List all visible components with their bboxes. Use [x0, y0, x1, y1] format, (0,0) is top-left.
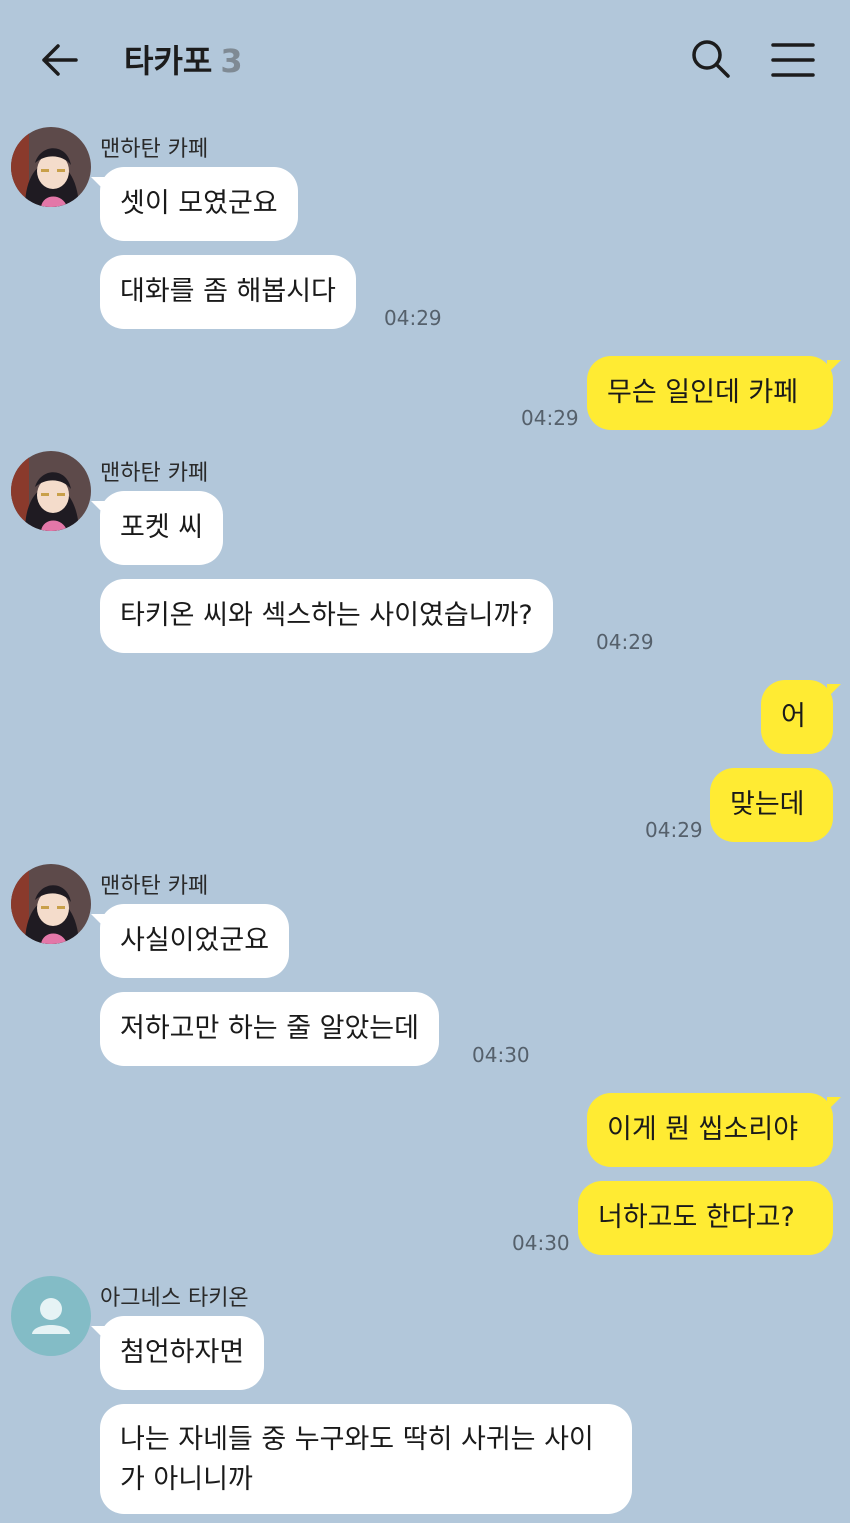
default-profile-icon [32, 1298, 70, 1334]
sender-name: 맨하탄 카페 [100, 874, 209, 899]
arrow-left-icon [42, 44, 78, 76]
message-text: 너하고도 한다고? [598, 1202, 795, 1233]
message-time: 04:29 [521, 406, 579, 430]
message-text: 대화를 좀 해봅시다 [120, 276, 336, 307]
message-bubble[interactable]: 저하고만 하는 줄 알았는데 [100, 992, 439, 1066]
message-time: 04:30 [512, 1231, 570, 1255]
message-text: 이게 뭔 씹소리야 [607, 1114, 799, 1145]
message-bubble[interactable]: 포켓 씨 [90, 491, 224, 565]
message-time: 04:29 [596, 630, 654, 654]
chat-title: 타카포 3 [124, 36, 243, 82]
message-bubble[interactable]: 타키온 씨와 섹스하는 사이였습니까? [100, 579, 553, 653]
message-time: 04:29 [645, 818, 703, 842]
sender-name: 맨하탄 카페 [100, 137, 209, 162]
message-bubble[interactable]: 너하고도 한다고? [578, 1181, 833, 1255]
sender-name: 아그네스 타키온 [100, 1286, 249, 1311]
message-bubble[interactable]: 무슨 일인데 카페 [587, 356, 841, 430]
message-bubble[interactable]: 셋이 모였군요 [91, 167, 298, 241]
message-text: 사실이었군요 [120, 925, 270, 956]
avatar-agnes-tachyon[interactable] [11, 1276, 91, 1356]
message-time: 04:29 [384, 306, 442, 330]
message-text: 저하고만 하는 줄 알았는데 [120, 1013, 419, 1044]
hamburger-menu-icon [771, 43, 815, 77]
message-text: 타키온 씨와 섹스하는 사이였습니까? [120, 600, 533, 631]
message-text: 셋이 모였군요 [120, 188, 278, 219]
message-bubble[interactable]: 대화를 좀 해봅시다 [100, 255, 356, 329]
sender-name: 맨하탄 카페 [100, 461, 209, 486]
message-text: 무슨 일인데 카페 [607, 377, 799, 408]
message-bubble[interactable]: 첨언하자면 [90, 1316, 265, 1390]
message-text: 나는 자네들 중 누구와도 딱히 사귀는 사이가 아니니까 [120, 1424, 594, 1495]
message-text: 어 [781, 701, 806, 732]
chat-room-name: 타카포 [124, 42, 213, 80]
message-bubble[interactable]: 맞는데 [710, 768, 833, 842]
avatar-manhattan-cafe[interactable] [11, 127, 91, 207]
search-button[interactable] [688, 36, 734, 82]
message-bubble[interactable]: 어 [761, 680, 841, 754]
message-bubble[interactable]: 나는 자네들 중 누구와도 딱히 사귀는 사이가 아니니까 [100, 1404, 632, 1514]
message-bubble[interactable]: 이게 뭔 씹소리야 [587, 1093, 841, 1167]
message-time: 04:30 [472, 1043, 530, 1067]
member-count: 3 [220, 42, 243, 80]
avatar-manhattan-cafe[interactable] [11, 451, 91, 531]
message-text: 포켓 씨 [120, 512, 204, 543]
message-text: 맞는데 [730, 789, 805, 820]
avatar-manhattan-cafe[interactable] [11, 864, 91, 944]
chat-header: 타카포 3 [0, 0, 850, 118]
message-text: 첨언하자면 [120, 1337, 245, 1368]
message-bubble[interactable]: 사실이었군요 [90, 904, 290, 978]
menu-button[interactable] [770, 40, 816, 80]
back-button[interactable] [38, 38, 82, 82]
search-icon [692, 40, 730, 78]
